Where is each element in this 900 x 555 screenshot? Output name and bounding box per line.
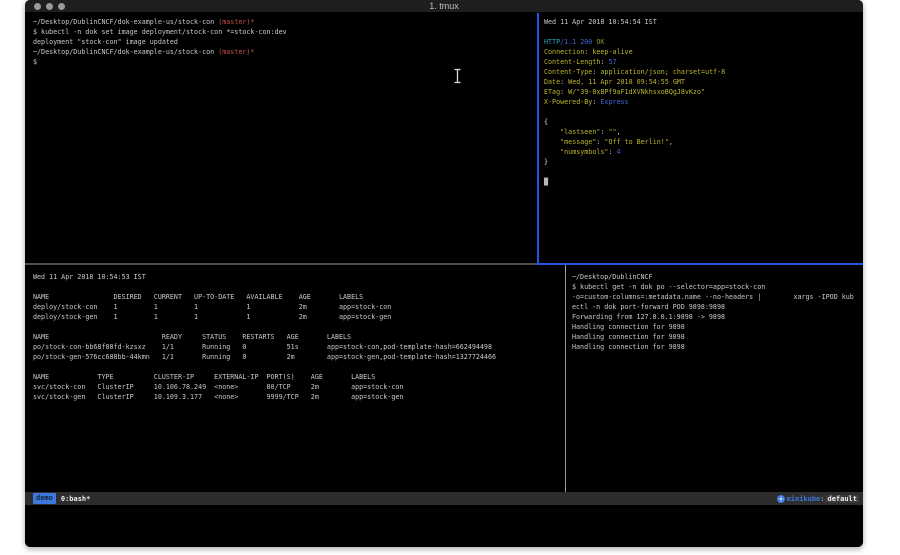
terminal-line: ~/Desktop/DublinCNCF/dok-example-us/stoc…	[33, 47, 537, 57]
terminal-line: NAME READY STATUS RESTARTS AGE LABELS	[33, 332, 565, 342]
terminal-line: X-Powered-By: Express	[544, 97, 863, 107]
terminal-line: svc/stock-con ClusterIP 10.106.78.249 <n…	[33, 382, 565, 392]
minimize-button[interactable]	[46, 3, 53, 10]
terminal-line: Wed 11 Apr 2018 10:54:54 IST	[544, 17, 863, 27]
pane-border-horizontal-left[interactable]	[25, 263, 537, 265]
terminal-line: $	[33, 57, 537, 67]
terminal-line: Forwarding from 127.0.0.1:9898 -> 9898	[572, 312, 863, 322]
text-ibeam-cursor-icon	[453, 68, 462, 84]
terminal-line: Date: Wed, 11 Apr 2018 09:54:55 GMT	[544, 77, 863, 87]
kubernetes-icon	[777, 495, 785, 503]
pane-border-horizontal-right[interactable]	[537, 263, 863, 265]
terminal-line	[544, 107, 863, 117]
terminal-line: "lastseen": "",	[544, 127, 863, 137]
terminal-line: deployment "stock-con" image updated	[33, 37, 537, 47]
window-title: 1. tmux	[25, 0, 863, 13]
pane-kubectl-resources[interactable]: Wed 11 Apr 2018 10:54:53 IST NAME DESIRE…	[25, 265, 565, 492]
terminal-line: ectl -n dok port-forward POD 9898:9898	[572, 302, 863, 312]
terminal-line: Connection: keep-alive	[544, 47, 863, 57]
terminal-line: svc/stock-gen ClusterIP 10.109.3.177 <no…	[33, 392, 565, 402]
terminal-line: -o=custom-columns=:metadata.name --no-he…	[572, 292, 863, 302]
terminal-line: Handling connection for 9898	[572, 322, 863, 332]
terminal-window: 1. tmux ~/Desktop/DublinCNCF/dok-example…	[25, 0, 863, 547]
close-button[interactable]	[34, 3, 41, 10]
zoom-button[interactable]	[58, 3, 65, 10]
namespace-separator: :	[820, 495, 824, 503]
terminal-line: ETag: W/"39-0xBPf9aF1dXVNkhsxoBQgJ8vKzo"	[544, 87, 863, 97]
terminal-line	[544, 167, 863, 177]
terminal-line	[544, 27, 863, 37]
terminal-line: NAME DESIRED CURRENT UP-TO-DATE AVAILABL…	[33, 292, 565, 302]
terminal-line: Handling connection for 9898	[572, 332, 863, 342]
terminal-line: ~/Desktop/DublinCNCF/dok-example-us/stoc…	[33, 17, 537, 27]
pane-port-forward[interactable]: ~/Desktop/DublinCNCF$ kubectl get -n dok…	[566, 265, 863, 492]
terminal-line: "numsymbols": 4	[544, 147, 863, 157]
window-label[interactable]: 0:bash*	[61, 495, 91, 503]
pane-http-response[interactable]: Wed 11 Apr 2018 10:54:54 IST HTTP/1.1 20…	[539, 13, 863, 263]
traffic-lights	[34, 3, 65, 10]
pane-border-vertical-top[interactable]	[537, 13, 539, 263]
terminal-line: Handling connection for 9898	[572, 342, 863, 352]
tmux-status-bar: demo 0:bash* minikube : default	[25, 492, 863, 505]
terminal-line	[33, 362, 565, 372]
terminal-line: █	[544, 177, 863, 187]
terminal-line: Content-Type: application/json; charset=…	[544, 67, 863, 77]
page-background: 1. tmux ~/Desktop/DublinCNCF/dok-example…	[0, 0, 900, 555]
terminal-line: ~/Desktop/DublinCNCF	[572, 272, 863, 282]
terminal-line: }	[544, 157, 863, 167]
terminal-line: po/stock-gen-576cc688bb-44kmn 1/1 Runnin…	[33, 352, 565, 362]
terminal-line: $ kubectl get -n dok po --selector=app=s…	[572, 282, 863, 292]
terminal-line: deploy/stock-con 1 1 1 1 2m app=stock-co…	[33, 302, 565, 312]
terminal-line: po/stock-con-bb68f88fd-kzsxz 1/1 Running…	[33, 342, 565, 352]
terminal-line	[33, 322, 565, 332]
pane-border-vertical-bottom[interactable]	[565, 265, 566, 492]
terminal-line: {	[544, 117, 863, 127]
session-name-badge[interactable]: demo	[33, 493, 56, 504]
pane-shell-kubectl-set-image[interactable]: ~/Desktop/DublinCNCF/dok-example-us/stoc…	[25, 13, 537, 263]
terminal-line: deploy/stock-gen 1 1 1 1 2m app=stock-ge…	[33, 312, 565, 322]
terminal-line: NAME TYPE CLUSTER-IP EXTERNAL-IP PORT(S)…	[33, 372, 565, 382]
terminal-line: $ kubectl -n dok set image deployment/st…	[33, 27, 537, 37]
kube-context-label: minikube	[787, 495, 821, 503]
terminal-line: Wed 11 Apr 2018 10:54:53 IST	[33, 272, 565, 282]
terminal-line	[33, 282, 565, 292]
terminal-line: "message": "Off to Berlin!",	[544, 137, 863, 147]
terminal-line: HTTP/1.1 200 OK	[544, 37, 863, 47]
kube-namespace-chip: default	[825, 495, 859, 503]
terminal-block-cursor: █	[544, 178, 548, 186]
terminal-line: Content-Length: 57	[544, 57, 863, 67]
title-bar[interactable]: 1. tmux	[25, 0, 863, 13]
